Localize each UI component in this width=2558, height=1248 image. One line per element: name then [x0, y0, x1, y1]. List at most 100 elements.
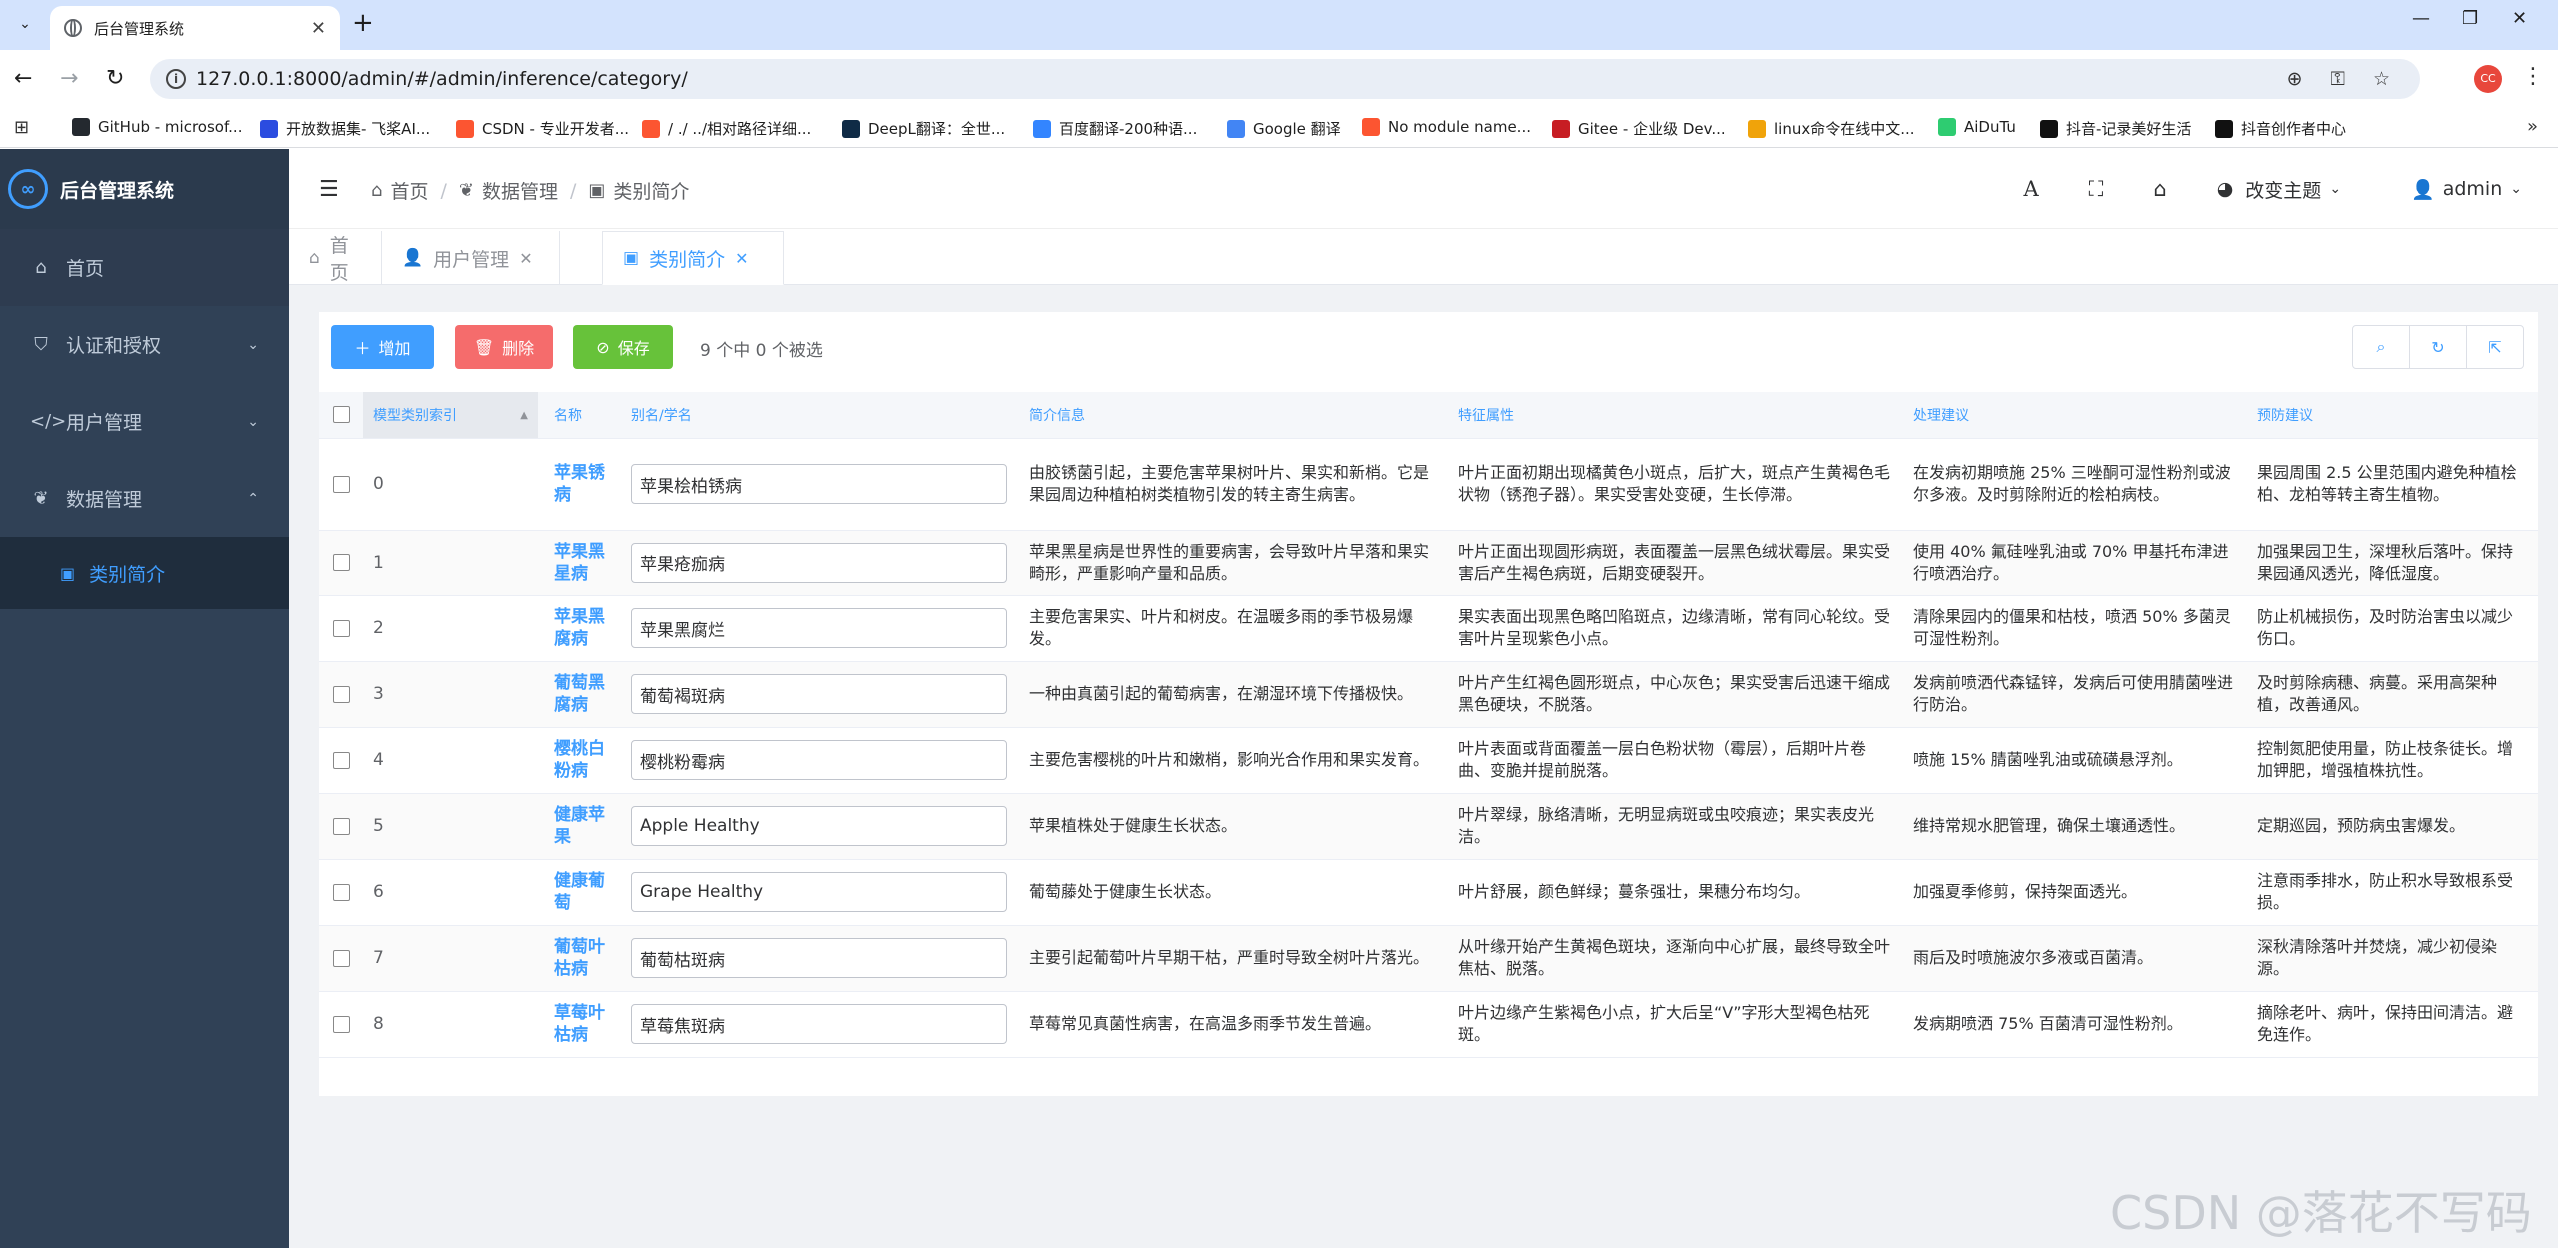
alias-input[interactable] — [631, 674, 1007, 714]
header-index[interactable]: 模型类别索引 ▲ — [363, 392, 538, 439]
apps-grid-icon[interactable]: ⊞ — [14, 117, 29, 138]
sidebar-item-category[interactable]: ▣ 类别简介 — [0, 537, 289, 609]
close-tab-icon[interactable]: ✕ — [311, 18, 326, 39]
bookmark-item[interactable]: DeepL翻译：全世... — [842, 118, 1005, 139]
alias-input[interactable] — [631, 542, 1007, 583]
browser-tab[interactable]: 后台管理系统 ✕ — [50, 6, 340, 50]
new-tab-button[interactable]: + — [352, 10, 374, 36]
close-tag-icon[interactable]: ✕ — [519, 249, 532, 268]
alias-input[interactable] — [631, 938, 1007, 978]
breadcrumb-data[interactable]: ❦ 数据管理 — [459, 177, 558, 204]
breadcrumb-home[interactable]: ⌂ 首页 — [371, 177, 428, 204]
password-key-icon[interactable]: ⚿ — [2330, 68, 2344, 90]
refresh-button[interactable]: ↻ — [2409, 325, 2467, 369]
hamburger-icon[interactable]: ☰ — [319, 177, 339, 202]
tag-users[interactable]: 👤 用户管理 ✕ — [382, 231, 560, 285]
alias-input[interactable] — [631, 464, 1007, 504]
cell-name-link[interactable]: 樱桃白粉病 — [538, 727, 621, 794]
sidebar-item-auth[interactable]: ⛉ 认证和授权 ⌄ — [0, 306, 289, 383]
bookmark-item[interactable]: 开放数据集- 飞桨AI... — [260, 118, 430, 139]
row-checkbox[interactable] — [319, 793, 363, 860]
cell-name-link[interactable]: 健康苹果 — [538, 793, 621, 860]
bookmark-item[interactable]: linux命令在线中文... — [1748, 118, 1915, 139]
back-icon[interactable]: ← — [14, 64, 32, 94]
minimize-icon[interactable]: — — [2412, 8, 2430, 29]
table-row[interactable]: 8草莓叶枯病 草莓常见真菌性病害，在高温多雨季节发生普遍。叶片边缘产生紫褐色小点，… — [319, 991, 2538, 1058]
row-checkbox[interactable] — [319, 438, 363, 531]
table-row[interactable]: 0苹果锈病 由胶锈菌引起，主要危害苹果树叶片、果实和新梢。它是果园周边种植柏树类植… — [319, 438, 2538, 531]
table-row[interactable]: 2苹果黑腐病 主要危害果实、叶片和树皮。在温暖多雨的季节极易爆发。果实表面出现黑色… — [319, 595, 2538, 662]
address-bar[interactable]: i 127.0.0.1:8000/admin/#/admin/inference… — [150, 59, 2420, 99]
tag-home[interactable]: ⌂ 首页 — [289, 231, 382, 285]
search-button[interactable]: ⌕ — [2352, 325, 2410, 369]
zoom-icon[interactable]: ⊕ — [2287, 68, 2303, 90]
add-button[interactable]: ＋ 增加 — [331, 325, 434, 369]
theme-dropdown[interactable]: ◕ 改变主题 ⌄ — [2217, 176, 2341, 203]
bookmark-item[interactable]: 抖音创作者中心 — [2215, 118, 2346, 139]
header-name[interactable]: 名称 — [538, 392, 621, 439]
alias-input[interactable] — [631, 740, 1007, 780]
fullscreen-icon[interactable]: ⛶ — [2089, 177, 2104, 202]
delete-button[interactable]: 🗑 删除 — [455, 325, 553, 369]
home-icon[interactable]: ⌂ — [2153, 177, 2166, 201]
browser-menu-icon[interactable]: ⋮ — [2522, 64, 2544, 89]
cell-name-link[interactable]: 草莓叶枯病 — [538, 991, 621, 1058]
bookmark-item[interactable]: / ./ ../相对路径详细... — [642, 118, 811, 139]
cell-name-link[interactable]: 苹果锈病 — [538, 438, 621, 531]
table-row[interactable]: 3葡萄黑腐病 一种由真菌引起的葡萄病害，在潮湿环境下传播极快。叶片产生红褐色圆形斑… — [319, 661, 2538, 728]
row-checkbox[interactable] — [319, 661, 363, 728]
cell-name-link[interactable]: 健康葡萄 — [538, 859, 621, 926]
bookmark-item[interactable]: CSDN - 专业开发者... — [456, 118, 629, 139]
sidebar-item-data[interactable]: ❦ 数据管理 ⌃ — [0, 460, 289, 537]
header-feature[interactable]: 特征属性 — [1448, 392, 1903, 439]
bookmarks-more-icon[interactable]: » — [2527, 116, 2538, 137]
header-intro[interactable]: 简介信息 — [1019, 392, 1448, 439]
bookmark-item[interactable]: Gitee - 企业级 Dev... — [1552, 118, 1726, 139]
bookmark-star-icon[interactable]: ☆ — [2373, 68, 2390, 90]
alias-input[interactable] — [631, 806, 1007, 846]
bookmark-item[interactable]: GitHub - microsof... — [72, 118, 242, 136]
close-tag-icon[interactable]: ✕ — [735, 249, 748, 268]
header-prevent[interactable]: 预防建议 — [2247, 392, 2538, 439]
save-button[interactable]: ⊘ 保存 — [573, 325, 673, 369]
table-row[interactable]: 1苹果黑星病 苹果黑星病是世界性的重要病害，会导致叶片早落和果实畸形，严重影响产量… — [319, 530, 2538, 596]
bookmark-item[interactable]: AiDuTu — [1938, 118, 2016, 136]
sidebar-item-home[interactable]: ⌂ 首页 — [0, 229, 289, 306]
alias-input[interactable] — [631, 1004, 1007, 1044]
row-checkbox[interactable] — [319, 727, 363, 794]
sidebar-item-users[interactable]: </> 用户管理 ⌄ — [0, 383, 289, 460]
bookmark-item[interactable]: 抖音-记录美好生活 — [2040, 118, 2191, 139]
row-checkbox[interactable] — [319, 859, 363, 926]
bookmark-item[interactable]: No module name... — [1362, 118, 1531, 136]
reload-icon[interactable]: ↻ — [106, 64, 124, 94]
font-size-icon[interactable]: A — [2023, 177, 2038, 201]
alias-input[interactable] — [631, 608, 1007, 648]
table-row[interactable]: 5健康苹果 苹果植株处于健康生长状态。叶片翠绿，脉络清晰，无明显病斑或虫咬痕迹；果… — [319, 793, 2538, 860]
row-checkbox[interactable] — [319, 595, 363, 662]
tab-search-button[interactable]: ⌄ — [10, 9, 40, 39]
header-treat[interactable]: 处理建议 — [1903, 392, 2247, 439]
cell-name-link[interactable]: 苹果黑星病 — [538, 530, 621, 596]
header-alias[interactable]: 别名/学名 — [621, 392, 1019, 439]
export-button[interactable]: ⇱ — [2466, 325, 2524, 369]
table-row[interactable]: 7葡萄叶枯病 主要引起葡萄叶片早期干枯，严重时导致全树叶片落光。从叶缘开始产生黄褐… — [319, 925, 2538, 992]
alias-input[interactable] — [631, 872, 1007, 912]
bookmark-item[interactable]: 百度翻译-200种语... — [1033, 118, 1197, 139]
cell-name-link[interactable]: 葡萄叶枯病 — [538, 925, 621, 992]
address-url[interactable]: 127.0.0.1:8000/admin/#/admin/inference/c… — [196, 68, 688, 90]
table-row[interactable]: 6健康葡萄 葡萄藤处于健康生长状态。叶片舒展，颜色鲜绿；蔓条强壮，果穗分布均匀。加… — [319, 859, 2538, 926]
user-dropdown[interactable]: 👤 admin ⌄ — [2411, 178, 2522, 201]
cell-name-link[interactable]: 苹果黑腐病 — [538, 595, 621, 662]
profile-avatar[interactable]: CC — [2474, 65, 2502, 93]
restore-icon[interactable]: ❐ — [2462, 8, 2478, 29]
forward-icon[interactable]: → — [60, 64, 78, 94]
row-checkbox[interactable] — [319, 991, 363, 1058]
tag-category[interactable]: ▣ 类别简介 ✕ — [602, 231, 784, 285]
close-window-icon[interactable]: ✕ — [2512, 8, 2527, 29]
logo[interactable]: ∞ 后台管理系统 — [0, 149, 289, 229]
cell-name-link[interactable]: 葡萄黑腐病 — [538, 661, 621, 728]
bookmark-item[interactable]: Google 翻译 — [1227, 118, 1341, 139]
row-checkbox[interactable] — [319, 530, 363, 596]
row-checkbox[interactable] — [319, 925, 363, 992]
select-all-checkbox[interactable] — [319, 392, 363, 439]
